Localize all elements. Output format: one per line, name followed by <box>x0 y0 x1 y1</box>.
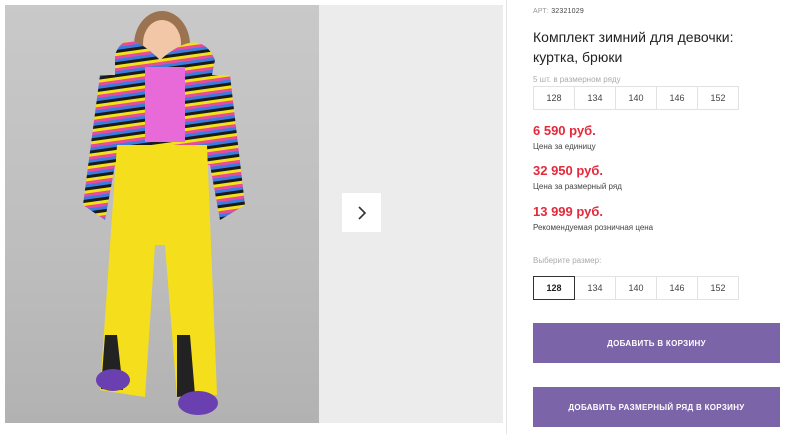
price-unit-caption: Цена за единицу <box>533 142 596 151</box>
size-option[interactable]: 152 <box>697 276 739 300</box>
pack-size-row: 128 134 140 146 152 <box>533 86 739 110</box>
gallery-next-button[interactable] <box>342 193 381 232</box>
add-pack-to-cart-button[interactable]: ДОБАВИТЬ РАЗМЕРНЫЙ РЯД В КОРЗИНУ <box>533 387 780 427</box>
gallery-divider <box>506 0 507 434</box>
article-label: АРТ: <box>533 8 550 15</box>
girl-in-snowsuit-image <box>83 11 245 415</box>
size-option[interactable]: 134 <box>574 276 616 300</box>
add-to-cart-button[interactable]: ДОБАВИТЬ В КОРЗИНУ <box>533 323 780 363</box>
pack-size-cell: 134 <box>574 86 616 110</box>
pack-size-cell: 140 <box>615 86 657 110</box>
size-selector: 128 134 140 146 152 <box>533 276 739 300</box>
product-page: АРТ: 32321029 Комплект зимний для девочк… <box>0 0 800 434</box>
article-value: 32321029 <box>551 8 584 15</box>
pack-size-cell: 152 <box>697 86 739 110</box>
price-pack-caption: Цена за размерный ряд <box>533 182 622 191</box>
price-pack: 32 950 руб. <box>533 163 604 178</box>
price-retail: 13 999 руб. <box>533 204 604 219</box>
product-photo-main[interactable] <box>5 5 319 423</box>
chevron-right-icon <box>357 205 366 220</box>
size-option-selected[interactable]: 128 <box>533 276 575 300</box>
product-gallery <box>0 0 507 434</box>
price-retail-caption: Рекомендуемая розничная цена <box>533 223 654 232</box>
pack-size-cell: 128 <box>533 86 575 110</box>
size-option[interactable]: 140 <box>615 276 657 300</box>
size-option[interactable]: 146 <box>656 276 698 300</box>
pack-size-cell: 146 <box>656 86 698 110</box>
pack-sizes-label: 5 шт. в размерном ряду <box>533 75 621 84</box>
price-unit: 6 590 руб. <box>533 123 596 138</box>
product-title: Комплект зимний для девочки: куртка, брю… <box>533 29 734 65</box>
choose-size-label: Выберите размер: <box>533 256 602 265</box>
article-number: АРТ: 32321029 <box>533 8 584 15</box>
